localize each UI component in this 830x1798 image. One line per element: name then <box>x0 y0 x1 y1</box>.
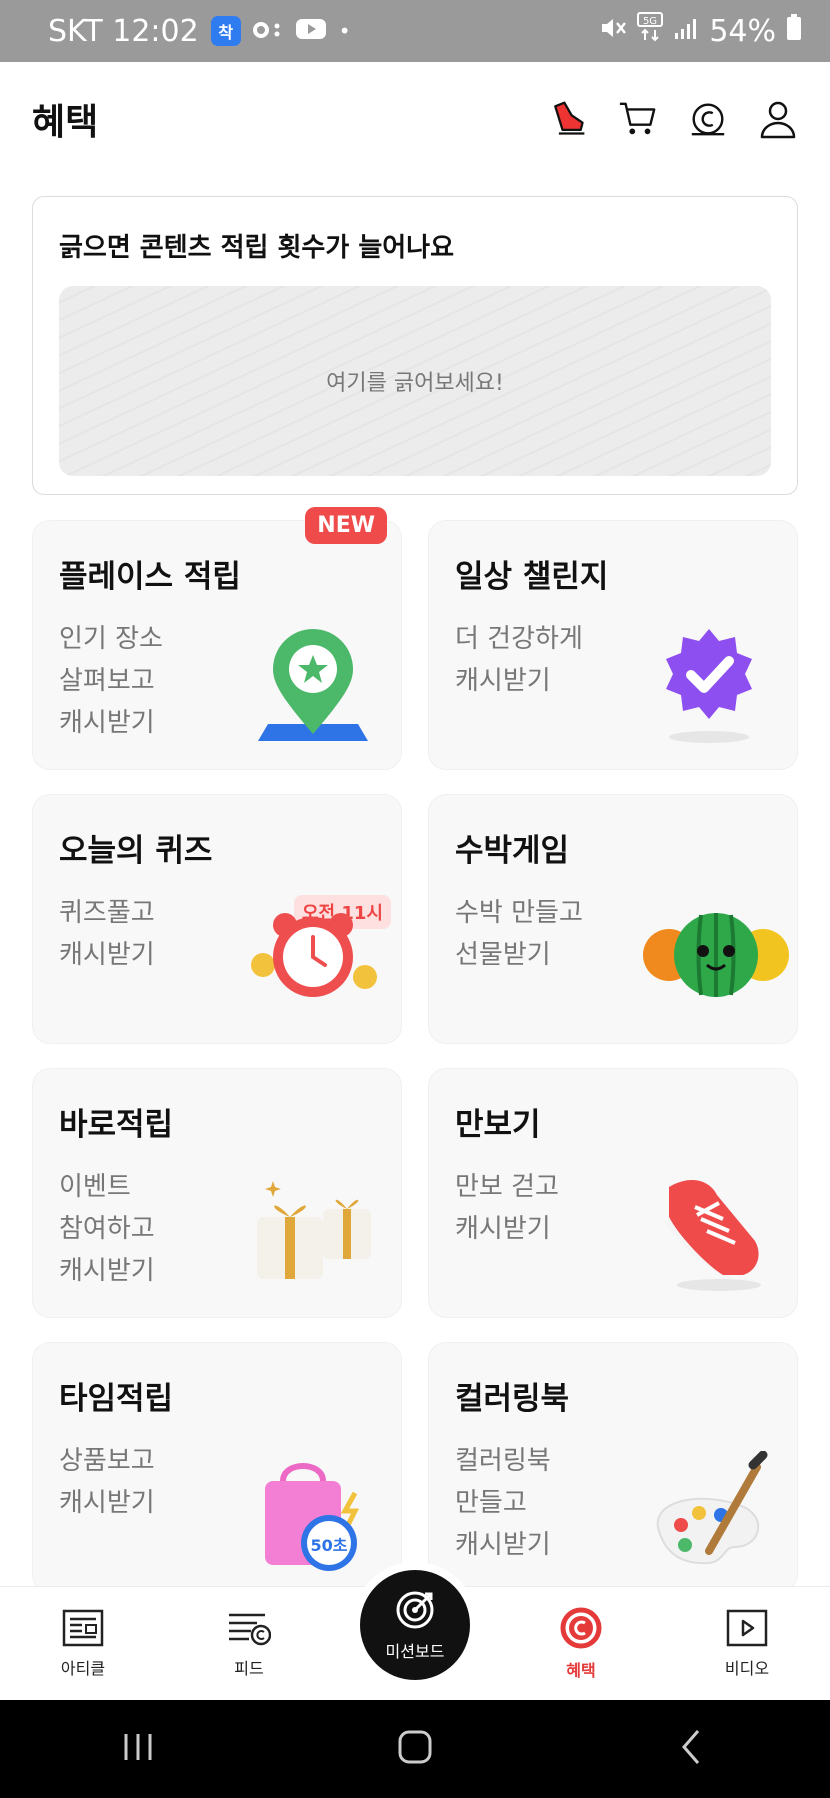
watermelon-icon <box>641 893 791 1023</box>
card-time-earn[interactable]: 타임적립 상품보고 캐시받기 50초 <box>32 1342 402 1592</box>
scratch-title: 긁으면 콘텐츠 적립 횟수가 늘어나요 <box>59 233 455 263</box>
card-title: 수박게임 <box>455 833 570 869</box>
sneaker-icon <box>639 1167 779 1297</box>
nav-feed-label: 피드 <box>234 1658 264 1678</box>
card-daily-challenge[interactable]: 일상 챌린지 더 건강하게 캐시받기 <box>428 520 798 770</box>
card-title: 플레이스 적립 <box>59 559 241 595</box>
mute-icon <box>599 14 627 49</box>
gift-box-icon <box>243 1167 383 1297</box>
sneaker-header-icon[interactable] <box>548 99 588 139</box>
cash-coin-icon[interactable] <box>688 99 728 139</box>
status-bar: SKT 12:02 착 • 5G 54% <box>0 0 830 62</box>
notification-dot: • <box>338 19 351 43</box>
target-icon <box>396 1591 434 1629</box>
home-icon[interactable] <box>395 1727 435 1771</box>
card-title: 만보기 <box>455 1107 541 1143</box>
feed-icon <box>229 1613 271 1645</box>
app-header: 혜택 <box>0 62 830 176</box>
card-coloring-book[interactable]: 컬러링북 컬러링북 만들고 캐시받기 <box>428 1342 798 1592</box>
card-title: 일상 챌린지 <box>455 559 609 595</box>
shopping-bag-timer-icon: 50초 <box>243 1451 383 1581</box>
app-badge-icon: 착 <box>210 16 241 46</box>
card-instant-earn[interactable]: 바로적립 이벤트 참여하고 캐시받기 <box>32 1068 402 1318</box>
nav-benefit[interactable]: 혜택 <box>521 1607 641 1681</box>
carrier-time: SKT 12:02 <box>48 13 199 49</box>
nav-video-label: 비디오 <box>724 1658 770 1678</box>
card-watermelon-game[interactable]: 수박게임 수박 만들고 선물받기 <box>428 794 798 1044</box>
scratch-area[interactable]: 여기를 긁어보세요! <box>59 286 771 476</box>
paint-palette-icon <box>639 1450 779 1581</box>
timer-label: 50초 <box>310 1536 348 1555</box>
nav-article-label: 아티클 <box>60 1658 106 1678</box>
cart-icon[interactable] <box>618 99 658 139</box>
map-pin-star-icon <box>243 619 383 749</box>
card-title: 컬러링북 <box>455 1381 570 1417</box>
youtube-icon <box>295 14 327 49</box>
recent-apps-icon[interactable] <box>118 1730 158 1768</box>
alarm-clock-icon <box>243 895 383 1025</box>
svg-text:5G: 5G <box>643 16 657 27</box>
video-icon <box>726 1609 768 1646</box>
battery-icon <box>786 13 802 49</box>
new-badge: NEW <box>305 507 387 544</box>
nav-feed[interactable]: 피드 <box>189 1609 309 1679</box>
verified-badge-icon <box>639 619 779 749</box>
article-icon <box>62 1609 104 1646</box>
scratch-card: 긁으면 콘텐츠 적립 횟수가 늘어나요 여기를 긁어보세요! <box>32 196 798 495</box>
mission-board-label: 미션보드 <box>385 1642 445 1661</box>
back-icon[interactable] <box>672 1727 712 1771</box>
profile-icon[interactable] <box>758 99 798 139</box>
nav-video[interactable]: 비디오 <box>687 1609 807 1679</box>
battery-percent: 54% <box>709 13 776 49</box>
nav-article[interactable]: 아티클 <box>23 1609 143 1679</box>
card-place[interactable]: NEW 플레이스 적립 인기 장소 살펴보고 캐시받기 <box>32 507 402 770</box>
card-today-quiz[interactable]: 오늘의 퀴즈 퀴즈풀고 캐시받기 오전 11시 <box>32 794 402 1044</box>
signal-icon <box>673 14 699 49</box>
scratch-hint: 여기를 긁어보세요! <box>326 371 504 396</box>
card-title: 오늘의 퀴즈 <box>59 833 213 869</box>
link-icon <box>252 14 283 49</box>
card-title: 타임적립 <box>59 1381 174 1417</box>
5g-icon: 5G <box>637 12 664 50</box>
card-title: 바로적립 <box>59 1107 174 1143</box>
card-pedometer[interactable]: 만보기 만보 걷고 캐시받기 <box>428 1068 798 1318</box>
mission-board-button[interactable]: 미션보드 <box>360 1570 470 1680</box>
nav-benefit-label: 혜택 <box>566 1660 596 1680</box>
benefit-icon <box>560 1607 602 1648</box>
system-nav-bar <box>0 1700 830 1798</box>
page-title: 혜택 <box>32 102 99 143</box>
